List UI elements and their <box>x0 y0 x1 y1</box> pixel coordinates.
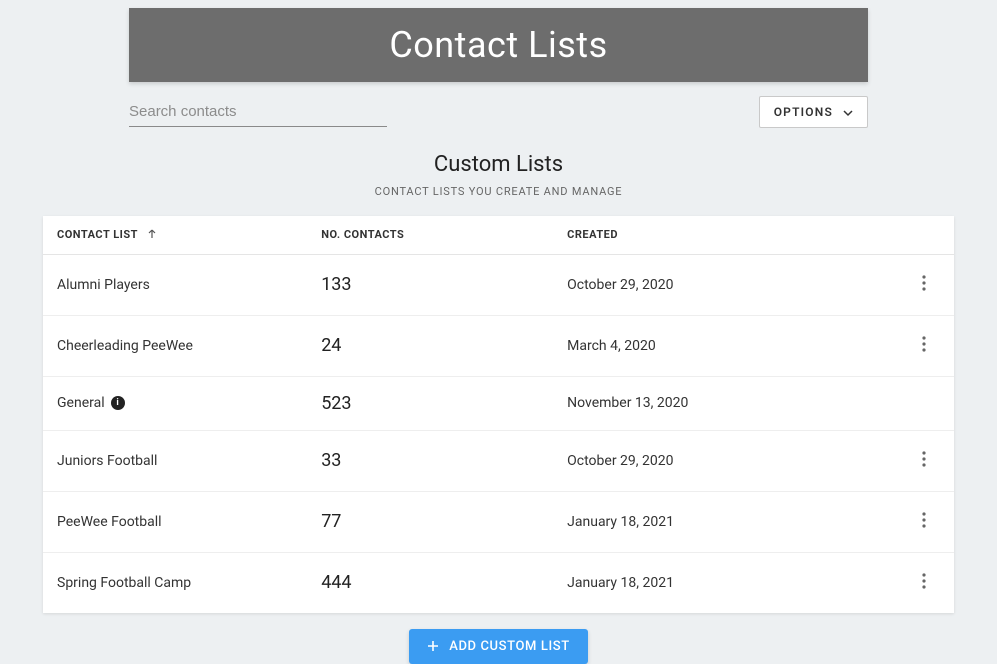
cell-list-name: Cheerleading PeeWee <box>43 315 307 376</box>
chevron-down-icon <box>843 107 853 117</box>
cell-list-name: PeeWee Football <box>43 491 307 552</box>
table-row[interactable]: PeeWee Football77January 18, 2021 <box>43 491 954 552</box>
section-header: Custom Lists CONTACT LISTS YOU CREATE AN… <box>0 152 997 198</box>
options-button[interactable]: OPTIONS <box>759 96 868 128</box>
table-row[interactable]: Juniors Football33October 29, 2020 <box>43 430 954 491</box>
column-header-name[interactable]: CONTACT LIST <box>43 216 307 254</box>
table-container: CONTACT LIST NO. CONTACTS CREATED Alumni… <box>43 216 954 613</box>
sort-ascending-icon <box>147 229 157 242</box>
plus-icon <box>427 640 439 652</box>
section-title: Custom Lists <box>0 152 997 177</box>
cell-created-date: October 29, 2020 <box>553 254 863 315</box>
cell-created-date: November 13, 2020 <box>553 376 863 430</box>
cell-contact-count: 77 <box>307 491 553 552</box>
cell-row-menu <box>863 430 954 491</box>
table-row[interactable]: Generali523November 13, 2020 <box>43 376 954 430</box>
kebab-menu-icon[interactable] <box>918 447 930 471</box>
kebab-menu-icon[interactable] <box>918 569 930 593</box>
cell-list-name: Juniors Football <box>43 430 307 491</box>
add-custom-list-button[interactable]: ADD CUSTOM LIST <box>409 629 587 664</box>
cell-created-date: January 18, 2021 <box>553 491 863 552</box>
cell-created-date: October 29, 2020 <box>553 430 863 491</box>
column-header-created[interactable]: CREATED <box>553 216 863 254</box>
cell-contact-count: 24 <box>307 315 553 376</box>
options-label: OPTIONS <box>774 105 833 119</box>
table-row[interactable]: Alumni Players133October 29, 2020 <box>43 254 954 315</box>
add-button-wrap: ADD CUSTOM LIST <box>0 629 997 664</box>
search-wrap <box>129 97 387 127</box>
cell-contact-count: 444 <box>307 552 553 613</box>
kebab-menu-icon[interactable] <box>918 271 930 295</box>
cell-contact-count: 133 <box>307 254 553 315</box>
info-icon[interactable]: i <box>111 396 125 410</box>
add-button-label: ADD CUSTOM LIST <box>449 639 569 654</box>
cell-row-menu <box>863 376 954 430</box>
kebab-menu-icon[interactable] <box>918 332 930 356</box>
cell-contact-count: 33 <box>307 430 553 491</box>
cell-row-menu <box>863 491 954 552</box>
cell-row-menu <box>863 552 954 613</box>
cell-created-date: January 18, 2021 <box>553 552 863 613</box>
page-header: Contact Lists <box>129 8 868 82</box>
table-row[interactable]: Spring Football Camp444January 18, 2021 <box>43 552 954 613</box>
toolbar: OPTIONS <box>129 96 868 128</box>
cell-list-name: Alumni Players <box>43 254 307 315</box>
page-title: Contact Lists <box>389 24 607 66</box>
search-input[interactable] <box>129 97 387 127</box>
table-row[interactable]: Cheerleading PeeWee24March 4, 2020 <box>43 315 954 376</box>
cell-created-date: March 4, 2020 <box>553 315 863 376</box>
cell-list-name: Spring Football Camp <box>43 552 307 613</box>
section-subtitle: CONTACT LISTS YOU CREATE AND MANAGE <box>0 185 997 198</box>
cell-contact-count: 523 <box>307 376 553 430</box>
kebab-menu-icon[interactable] <box>918 508 930 532</box>
contact-lists-table: CONTACT LIST NO. CONTACTS CREATED Alumni… <box>43 216 954 613</box>
column-header-menu <box>863 216 954 254</box>
column-header-count[interactable]: NO. CONTACTS <box>307 216 553 254</box>
cell-row-menu <box>863 254 954 315</box>
cell-list-name: Generali <box>43 376 307 430</box>
cell-row-menu <box>863 315 954 376</box>
